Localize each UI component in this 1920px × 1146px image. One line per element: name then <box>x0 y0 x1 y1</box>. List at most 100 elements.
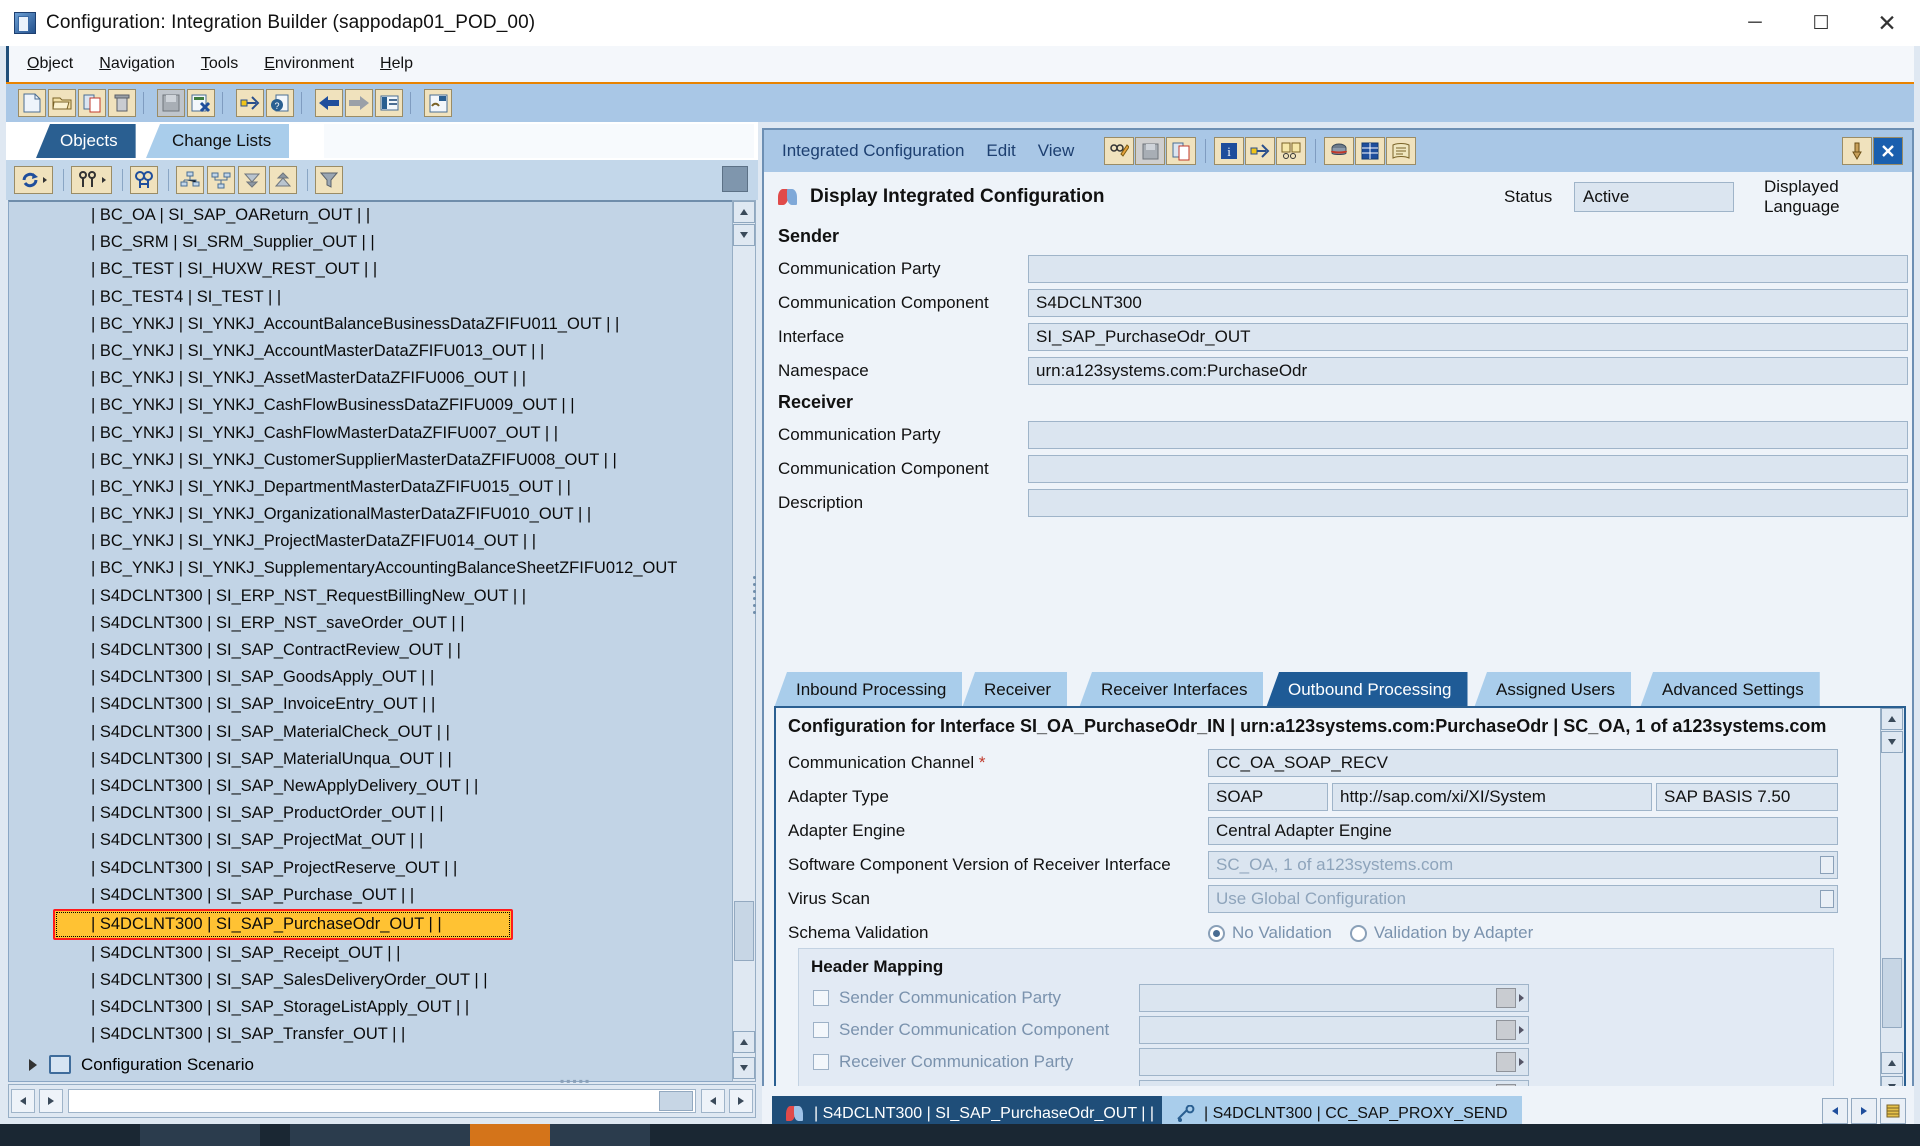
find-icon[interactable] <box>130 166 158 194</box>
menu-view[interactable]: View <box>1038 141 1075 161</box>
back-icon[interactable] <box>315 89 343 117</box>
scroll-down-icon[interactable] <box>733 1057 755 1079</box>
tab-change-lists[interactable]: Change Lists <box>146 124 290 158</box>
tree-row[interactable]: | BC_YNKJ | SI_YNKJ_AssetMasterDataZFIFU… <box>9 365 733 392</box>
menu-help[interactable]: Help <box>380 55 413 73</box>
adapter-type-input[interactable]: SOAP <box>1208 783 1328 811</box>
filter-icon[interactable] <box>71 166 112 194</box>
panel-scroll-up-bottom-icon[interactable] <box>1881 1052 1903 1074</box>
pin-icon[interactable] <box>1842 137 1872 165</box>
log-icon[interactable] <box>1386 137 1417 165</box>
sender-communication-party-checkbox[interactable] <box>813 990 829 1006</box>
tree-row[interactable]: | S4DCLNT300 | SI_SAP_ProjectMat_OUT | | <box>9 827 733 854</box>
list-icon[interactable] <box>1880 1098 1906 1124</box>
close-icon[interactable] <box>1873 137 1903 165</box>
tree-row[interactable]: | S4DCLNT300 | SI_SAP_MaterialCheck_OUT … <box>9 719 733 746</box>
receiver-communication-party-input[interactable] <box>1028 421 1908 449</box>
chevron-down-icon[interactable] <box>1519 1058 1524 1066</box>
chevron-down-icon[interactable] <box>1519 994 1524 1002</box>
communication-channel-input[interactable]: CC_OA_SOAP_RECV <box>1208 749 1838 777</box>
tree-row[interactable]: | BC_YNKJ | SI_YNKJ_CustomerSupplierMast… <box>9 447 733 474</box>
hscroll-thumb[interactable] <box>659 1091 693 1111</box>
tree-row[interactable]: | BC_YNKJ | SI_YNKJ_CashFlowBusinessData… <box>9 392 733 419</box>
radio-no-validation[interactable] <box>1208 924 1225 942</box>
virus-scan-select[interactable]: Use Global Configuration <box>1208 885 1838 913</box>
tree-row-selected[interactable]: | S4DCLNT300 | SI_SAP_PurchaseOdr_OUT | … <box>53 908 513 940</box>
tree-row[interactable]: | S4DCLNT300 | SI_ERP_NST_saveOrder_OUT … <box>9 610 733 637</box>
chevron-down-icon[interactable] <box>1820 856 1834 874</box>
tree-vertical-scrollbar[interactable] <box>732 200 756 1082</box>
info-icon[interactable]: i <box>1214 137 1245 165</box>
tree-row[interactable]: | BC_YNKJ | SI_YNKJ_ProjectMasterDataZFI… <box>9 528 733 555</box>
tree-row[interactable]: | S4DCLNT300 | SI_SAP_Receipt_OUT | | <box>9 940 733 967</box>
tree-row[interactable]: | S4DCLNT300 | SI_SAP_SalesDeliveryOrder… <box>9 967 733 994</box>
tree-node-value-mapping-group[interactable]: Value Mapping Group <box>9 1081 733 1082</box>
menu-tools[interactable]: Tools <box>201 55 238 73</box>
tree-row[interactable]: | S4DCLNT300 | SI_SAP_ProjectReserve_OUT… <box>9 855 733 882</box>
scroll-left-icon[interactable] <box>11 1089 35 1113</box>
sender-interface-input[interactable]: SI_SAP_PurchaseOdr_OUT <box>1028 323 1908 351</box>
adapter-swcv-input[interactable]: SAP BASIS 7.50 <box>1656 783 1838 811</box>
chevron-right-icon[interactable] <box>29 1058 37 1071</box>
receiver-description-input[interactable] <box>1028 489 1908 517</box>
objects-tree[interactable]: | BC_OA | SI_SAP_OAReturn_OUT | | | BC_S… <box>8 200 734 1082</box>
tree-row[interactable]: | BC_YNKJ | SI_YNKJ_AccountBalanceBusine… <box>9 311 733 338</box>
swcv-receiver-interface-select[interactable]: SC_OA, 1 of a123systems.com <box>1208 851 1838 879</box>
funnel-icon[interactable] <box>315 166 343 194</box>
menu-environment[interactable]: Environment <box>264 55 354 73</box>
panel-scrollbar-thumb[interactable] <box>1882 958 1902 1028</box>
prev-icon[interactable] <box>1822 1098 1848 1124</box>
tab-receiver[interactable]: Receiver <box>962 672 1068 708</box>
tree-row[interactable]: | BC_TEST | SI_HUXW_REST_OUT | | <box>9 256 733 283</box>
activate-icon[interactable] <box>1245 137 1276 165</box>
tree-row[interactable]: | S4DCLNT300 | SI_SAP_ContractReview_OUT… <box>9 637 733 664</box>
value-help-icon[interactable] <box>1496 1052 1516 1072</box>
refresh-icon[interactable] <box>14 166 53 194</box>
adapter-namespace-input[interactable]: http://sap.com/xi/XI/System <box>1332 783 1652 811</box>
tree-row[interactable]: | BC_YNKJ | SI_YNKJ_SupplementaryAccount… <box>9 555 733 582</box>
tab-objects[interactable]: Objects <box>36 124 136 158</box>
list-icon[interactable] <box>375 89 403 117</box>
panel-scroll-down-small-icon[interactable] <box>1881 731 1903 753</box>
tree-row[interactable]: | BC_OA | SI_SAP_OAReturn_OUT | | <box>9 202 733 229</box>
scroll-right-end-icon[interactable] <box>729 1089 753 1113</box>
menu-object[interactable]: Object <box>27 55 73 73</box>
panel-vertical-scrollbar[interactable] <box>1880 708 1904 1100</box>
tab-advanced-settings[interactable]: Advanced Settings <box>1640 672 1820 708</box>
help-object-icon[interactable]: ? <box>266 89 294 117</box>
tree-row[interactable]: | S4DCLNT300 | SI_SAP_NewApplyDelivery_O… <box>9 773 733 800</box>
tab-inbound-processing[interactable]: Inbound Processing <box>774 672 963 708</box>
pane-splitter[interactable] <box>748 560 760 630</box>
minimize-button[interactable]: ─ <box>1722 0 1788 46</box>
tree-row[interactable]: | BC_YNKJ | SI_YNKJ_DepartmentMasterData… <box>9 474 733 501</box>
radio-validation-by-adapter[interactable] <box>1349 924 1367 942</box>
tree-row[interactable]: | S4DCLNT300 | SI_ERP_NST_RequestBilling… <box>9 583 733 610</box>
move-down-icon[interactable] <box>238 166 266 194</box>
tree-row[interactable]: | BC_SRM | SI_SRM_Supplier_OUT | | <box>9 229 733 256</box>
cache-icon[interactable] <box>1324 137 1355 165</box>
tab-outbound-processing[interactable]: Outbound Processing <box>1266 672 1468 708</box>
sender-communication-component-checkbox[interactable] <box>813 1022 829 1038</box>
table-icon[interactable] <box>1355 137 1386 165</box>
chevron-down-icon[interactable] <box>1820 890 1834 908</box>
sender-communication-party-input[interactable] <box>1028 255 1908 283</box>
scroll-right-icon[interactable] <box>39 1089 63 1113</box>
taskbar-item[interactable] <box>140 1124 260 1146</box>
edit-icon[interactable] <box>1104 137 1135 165</box>
tree-row[interactable]: | S4DCLNT300 | SI_SAP_InvoiceEntry_OUT |… <box>9 691 733 718</box>
resize-grip[interactable]: ▪▪▪▪▪ <box>560 1074 591 1088</box>
sender-namespace-input[interactable]: urn:a123systems.com:PurchaseOdr <box>1028 357 1908 385</box>
tree-row[interactable]: | S4DCLNT300 | SI_SAP_Transfer_OUT | | <box>9 1021 733 1048</box>
sender-communication-component-input[interactable]: S4DCLNT300 <box>1028 289 1908 317</box>
forward-icon[interactable] <box>345 89 373 117</box>
collapse-all-icon[interactable] <box>207 166 235 194</box>
receiver-communication-component-input[interactable] <box>1028 455 1908 483</box>
maximize-button[interactable]: ☐ <box>1788 0 1854 46</box>
sender-communication-component-value[interactable] <box>1139 1016 1529 1044</box>
tree-node-configuration-scenario[interactable]: Configuration Scenario <box>9 1049 733 1081</box>
check-cancel-icon[interactable] <box>187 89 215 117</box>
properties-icon[interactable] <box>424 89 452 117</box>
receiver-communication-party-value[interactable] <box>1139 1048 1529 1076</box>
delete-icon[interactable] <box>108 89 136 117</box>
copy-icon[interactable] <box>78 89 106 117</box>
